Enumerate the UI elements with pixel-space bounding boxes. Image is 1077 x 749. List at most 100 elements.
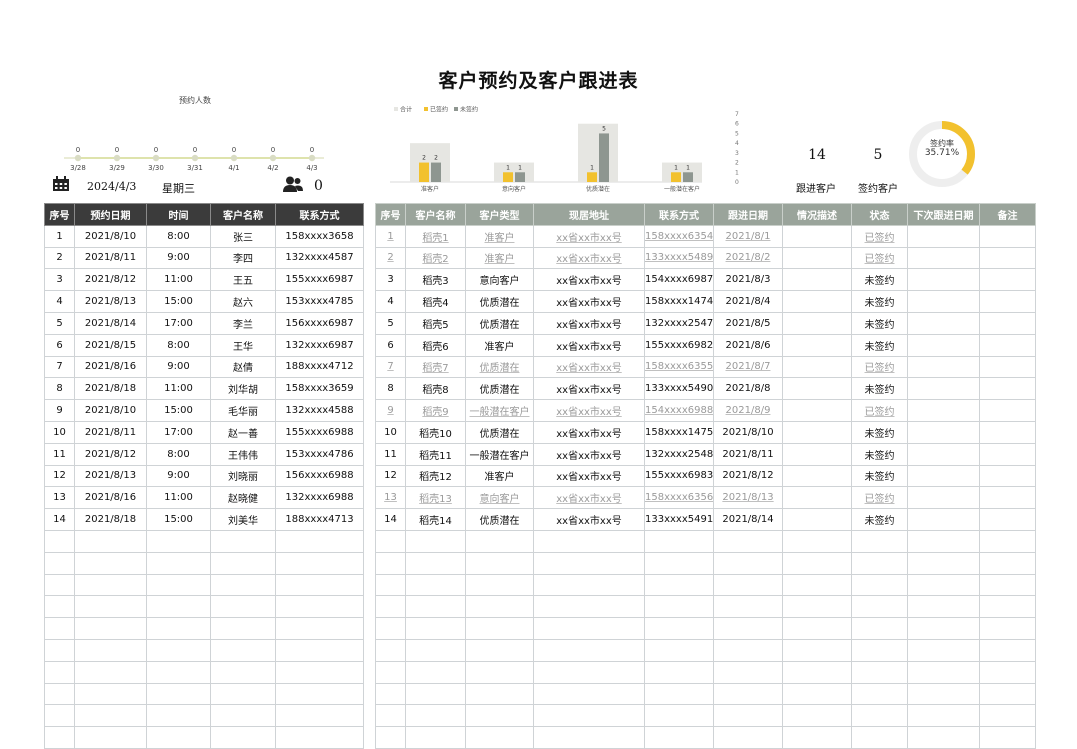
table-cell[interactable]	[782, 311, 852, 335]
table-cell[interactable]: 188xxxx4713	[275, 508, 364, 531]
table-cell[interactable]	[465, 595, 534, 619]
table-row[interactable]: 3 2021/8/12 11:00 王五 155xxxx6987	[44, 268, 364, 292]
table-cell[interactable]: 14	[44, 508, 75, 531]
table-cell[interactable]: 7	[44, 355, 75, 379]
table-cell[interactable]	[907, 442, 980, 466]
table-cell[interactable]	[275, 638, 364, 662]
table-cell[interactable]	[782, 638, 852, 662]
table-cell[interactable]	[405, 704, 466, 728]
table-cell[interactable]	[465, 573, 534, 597]
table-cell[interactable]: 155xxxx6982	[644, 333, 714, 357]
table-cell[interactable]: 2021/8/14	[713, 508, 783, 531]
table-cell[interactable]	[74, 529, 147, 553]
table-cell[interactable]: 稻壳13	[405, 486, 466, 510]
table-cell[interactable]: 意向客户	[465, 268, 534, 292]
empty-row[interactable]	[44, 682, 364, 706]
table-cell[interactable]	[44, 660, 75, 684]
table-cell[interactable]: 2021/8/6	[713, 333, 783, 357]
right-header-7[interactable]: 状态	[851, 203, 908, 226]
table-cell[interactable]	[782, 464, 852, 488]
table-cell[interactable]: xx省xx市xx号	[533, 464, 645, 488]
table-cell[interactable]: 154xxxx6988	[644, 399, 714, 422]
table-cell[interactable]: 6	[375, 333, 406, 357]
table-cell[interactable]	[713, 704, 783, 728]
table-cell[interactable]	[851, 551, 908, 575]
table-cell[interactable]	[979, 660, 1036, 684]
table-cell[interactable]: 已签约	[851, 246, 908, 270]
table-cell[interactable]: 未签约	[851, 333, 908, 357]
table-cell[interactable]	[979, 399, 1036, 422]
table-row[interactable]: 10 2021/8/11 17:00 赵一善 155xxxx6988	[44, 420, 364, 444]
table-cell[interactable]	[907, 311, 980, 335]
table-cell[interactable]: xx省xx市xx号	[533, 486, 645, 510]
table-cell[interactable]	[907, 508, 980, 531]
table-cell[interactable]: 2021/8/11	[74, 420, 147, 444]
table-cell[interactable]	[44, 573, 75, 597]
table-row[interactable]: 4 稻壳4 优质潜在 xx省xx市xx号 158xxxx1474 2021/8/4 未签约	[375, 290, 1036, 313]
table-cell[interactable]	[74, 617, 147, 640]
table-cell[interactable]: 2021/8/15	[74, 333, 147, 357]
table-cell[interactable]: 2021/8/1	[713, 224, 783, 248]
table-cell[interactable]	[405, 551, 466, 575]
table-cell[interactable]	[74, 595, 147, 619]
table-cell[interactable]	[644, 704, 714, 728]
table-cell[interactable]	[465, 617, 534, 640]
table-cell[interactable]: 未签约	[851, 377, 908, 401]
table-cell[interactable]: 188xxxx4712	[275, 355, 364, 379]
table-cell[interactable]: 2021/8/3	[713, 268, 783, 292]
table-row[interactable]: 7 稻壳7 优质潜在 xx省xx市xx号 158xxxx6355 2021/8/7 已签约	[375, 355, 1036, 379]
table-cell[interactable]: 赵六	[210, 290, 276, 313]
table-cell[interactable]	[465, 682, 534, 706]
table-row[interactable]: 2 2021/8/11 9:00 李四 132xxxx4587	[44, 246, 364, 270]
table-cell[interactable]: 11	[375, 442, 406, 466]
table-cell[interactable]: 156xxxx6988	[275, 464, 364, 488]
right-header-4[interactable]: 联系方式	[644, 203, 714, 226]
table-cell[interactable]	[979, 704, 1036, 728]
table-cell[interactable]	[782, 704, 852, 728]
table-cell[interactable]: 1	[44, 224, 75, 248]
table-cell[interactable]: 一般潜在客户	[465, 399, 534, 422]
table-cell[interactable]: xx省xx市xx号	[533, 246, 645, 270]
table-cell[interactable]	[533, 529, 645, 553]
left-header-1[interactable]: 预约日期	[74, 203, 147, 226]
table-cell[interactable]: 2021/8/13	[713, 486, 783, 510]
table-cell[interactable]	[275, 704, 364, 728]
table-cell[interactable]	[851, 617, 908, 640]
table-cell[interactable]: 2021/8/13	[74, 464, 147, 488]
table-cell[interactable]: 优质潜在	[465, 311, 534, 335]
table-cell[interactable]	[74, 704, 147, 728]
table-cell[interactable]	[979, 442, 1036, 466]
table-cell[interactable]: 未签约	[851, 464, 908, 488]
table-cell[interactable]: 132xxxx2548	[644, 442, 714, 466]
table-cell[interactable]: 158xxxx1474	[644, 290, 714, 313]
table-cell[interactable]	[210, 638, 276, 662]
table-cell[interactable]	[533, 682, 645, 706]
table-cell[interactable]	[465, 660, 534, 684]
empty-row[interactable]	[44, 617, 364, 640]
empty-row[interactable]	[44, 660, 364, 684]
table-cell[interactable]	[405, 573, 466, 597]
table-cell[interactable]: xx省xx市xx号	[533, 290, 645, 313]
table-cell[interactable]	[851, 595, 908, 619]
table-cell[interactable]: 132xxxx2547	[644, 311, 714, 335]
table-cell[interactable]	[713, 638, 783, 662]
table-cell[interactable]: 稻壳11	[405, 442, 466, 466]
empty-row[interactable]	[44, 573, 364, 597]
table-cell[interactable]	[210, 682, 276, 706]
table-cell[interactable]	[644, 573, 714, 597]
table-cell[interactable]: 2021/8/10	[74, 224, 147, 248]
table-cell[interactable]	[907, 333, 980, 357]
table-cell[interactable]: 稻壳7	[405, 355, 466, 379]
table-cell[interactable]: 李兰	[210, 311, 276, 335]
table-cell[interactable]: 133xxxx5491	[644, 508, 714, 531]
table-cell[interactable]: 11:00	[146, 268, 211, 292]
table-cell[interactable]	[782, 682, 852, 706]
table-cell[interactable]: 2021/8/8	[713, 377, 783, 401]
table-cell[interactable]	[644, 726, 714, 749]
table-cell[interactable]: 8	[44, 377, 75, 401]
table-cell[interactable]	[979, 529, 1036, 553]
table-cell[interactable]: 5	[375, 311, 406, 335]
table-cell[interactable]: 153xxxx4786	[275, 442, 364, 466]
empty-row[interactable]	[375, 660, 1036, 684]
table-cell[interactable]	[782, 486, 852, 510]
